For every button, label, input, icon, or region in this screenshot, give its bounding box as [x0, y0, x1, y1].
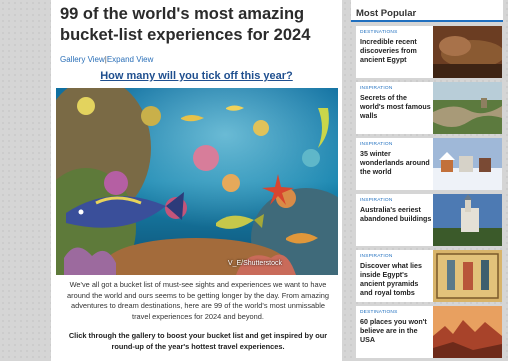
- sidebar-heading: Most Popular: [351, 0, 503, 22]
- card-title[interactable]: Discover what lies inside Egypt's ancien…: [360, 262, 432, 298]
- card-title[interactable]: 35 winter wonderlands around the world: [360, 150, 432, 177]
- castle-thumbnail[interactable]: [433, 194, 502, 246]
- card-category[interactable]: INSPIRATION: [360, 254, 393, 259]
- article-headline: 99 of the world's most amazing bucket-li…: [60, 5, 311, 44]
- card-category[interactable]: INSPIRATION: [360, 198, 393, 203]
- popular-card[interactable]: DESTINATIONS Incredible recent discoveri…: [356, 26, 502, 78]
- popular-card[interactable]: DESTINATIONS 60 places you won't believe…: [356, 306, 502, 358]
- popular-card[interactable]: INSPIRATION 35 winter wonderlands around…: [356, 138, 502, 190]
- article-intro: We've all got a bucket list of must-see …: [67, 280, 329, 321]
- card-category[interactable]: DESTINATIONS: [360, 30, 398, 35]
- card-title[interactable]: Incredible recent discoveries from ancie…: [360, 38, 432, 65]
- egypt-tomb-thumbnail[interactable]: [433, 26, 502, 78]
- gallery-view-link[interactable]: Gallery View: [60, 55, 105, 64]
- red-rock-thumbnail[interactable]: [433, 306, 502, 358]
- card-category[interactable]: INSPIRATION: [360, 86, 393, 91]
- image-credit: V_E/Shutterstock: [227, 260, 282, 267]
- hero-image-coral-reef[interactable]: [56, 88, 338, 275]
- coral-reef-illustration: [56, 88, 338, 275]
- tomb-painting-thumbnail[interactable]: [433, 250, 502, 302]
- view-mode-links: Gallery View|Expand View: [60, 55, 153, 64]
- winter-village-thumbnail[interactable]: [433, 138, 502, 190]
- card-title[interactable]: Australia's eeriest abandoned buildings: [360, 206, 432, 224]
- article-subhead-link[interactable]: How many will you tick off this year?: [51, 70, 342, 82]
- card-title[interactable]: 60 places you won't believe are in the U…: [360, 318, 432, 345]
- card-category[interactable]: DESTINATIONS: [360, 310, 398, 315]
- expand-view-link[interactable]: Expand View: [107, 55, 154, 64]
- great-wall-thumbnail[interactable]: [433, 82, 502, 134]
- popular-card[interactable]: INSPIRATION Discover what lies inside Eg…: [356, 250, 502, 302]
- article-panel: 99 of the world's most amazing bucket-li…: [51, 0, 342, 361]
- article-call-to-action: Click through the gallery to boost your …: [68, 331, 328, 351]
- card-category[interactable]: INSPIRATION: [360, 142, 393, 147]
- card-title[interactable]: Secrets of the world's most famous walls: [360, 94, 432, 121]
- popular-card[interactable]: INSPIRATION Secrets of the world's most …: [356, 82, 502, 134]
- most-popular-sidebar: Most Popular DESTINATIONS Incredible rec…: [351, 0, 508, 361]
- popular-card[interactable]: INSPIRATION Australia's eeriest abandone…: [356, 194, 502, 246]
